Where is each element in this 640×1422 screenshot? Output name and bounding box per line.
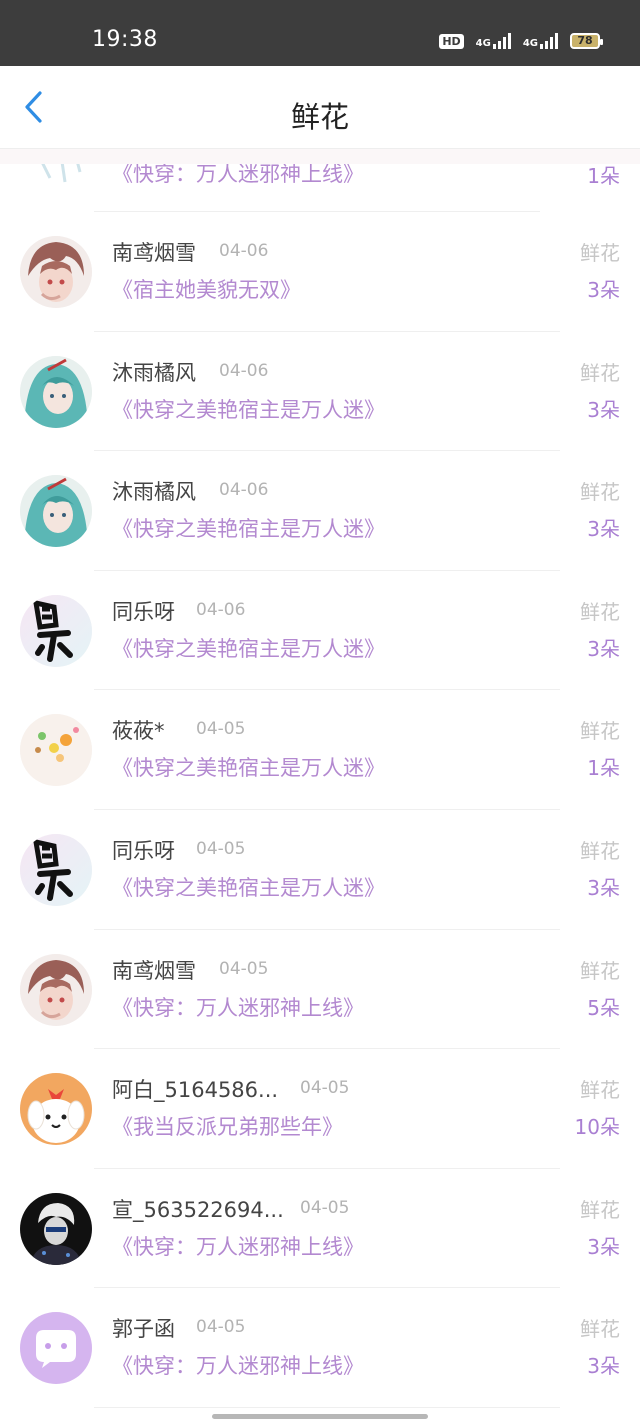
- list-item[interactable]: 郭子函 04-05 《快穿：万人迷邪神上线》 鲜花 3朵: [0, 1288, 640, 1408]
- signal-4g-icon: 4G: [476, 33, 511, 49]
- book-title[interactable]: 《我当反派兄弟那些年》: [112, 1111, 343, 1141]
- flower-list: 南鸢烟雪 04-06 《宿主她美貌无双》 鲜花 3朵 沐雨橘风 04-06 《快穿之美艳宿主是…: [0, 212, 640, 1408]
- gift-date: 04-05: [196, 838, 246, 859]
- user-name[interactable]: 南鸢烟雪: [112, 237, 196, 267]
- list-item[interactable]: 南鸢烟雪 04-05 《快穿：万人迷邪神上线》 鲜花 5朵: [0, 930, 640, 1050]
- user-name[interactable]: 沐雨橘风: [112, 357, 196, 387]
- status-time: 19:38: [92, 27, 158, 52]
- list-item[interactable]: 沐雨橘风 04-06 《快穿之美艳宿主是万人迷》 鲜花 3朵: [0, 332, 640, 452]
- gift-type: 鲜花: [580, 480, 620, 505]
- avatar[interactable]: [20, 1192, 92, 1265]
- battery-icon: 78: [570, 33, 603, 49]
- avatar[interactable]: [20, 594, 92, 667]
- gift-date: 04-06: [219, 360, 269, 381]
- flower-count: 3朵: [587, 517, 620, 542]
- gift-date: 04-05: [300, 1078, 350, 1099]
- gift-type: 鲜花: [580, 1197, 620, 1222]
- user-name[interactable]: 郭子函: [112, 1313, 175, 1343]
- list-item[interactable]: 莜莜* 04-05 《快穿之美艳宿主是万人迷》 鲜花 1朵: [0, 690, 640, 810]
- user-name[interactable]: 南鸢烟雪: [112, 955, 196, 985]
- avatar[interactable]: [20, 953, 92, 1026]
- user-name[interactable]: 沐雨橘风: [112, 476, 196, 506]
- header-divider: [0, 148, 640, 164]
- flower-count: 3朵: [587, 1234, 620, 1259]
- book-title[interactable]: 《快穿：万人迷邪神上线》: [112, 1350, 364, 1380]
- flower-count: 3朵: [587, 636, 620, 661]
- gift-type: 鲜花: [580, 1078, 620, 1103]
- gift-date: 04-05: [219, 958, 269, 979]
- gift-type: 鲜花: [580, 1317, 620, 1342]
- gift-type: 鲜花: [580, 360, 620, 385]
- flower-count: 3朵: [587, 397, 620, 422]
- avatar[interactable]: [20, 475, 92, 548]
- gift-date: 04-06: [219, 480, 269, 501]
- network-label-2: 4G: [522, 38, 538, 49]
- gift-type: 鲜花: [580, 719, 620, 744]
- list-item[interactable]: 宣_563522694... 04-05 《快穿：万人迷邪神上线》 鲜花 3朵: [0, 1169, 640, 1289]
- user-name[interactable]: 同乐呀: [112, 596, 175, 626]
- gift-date: 04-05: [196, 1317, 246, 1338]
- list-item[interactable]: 南鸢烟雪 04-06 《宿主她美貌无双》 鲜花 3朵: [0, 212, 640, 332]
- avatar[interactable]: [20, 236, 92, 308]
- avatar[interactable]: [20, 1073, 92, 1146]
- flower-count: 3朵: [587, 278, 620, 302]
- page-title: 鲜花: [290, 100, 349, 134]
- list-item[interactable]: 阿白_5164586... 04-05 《我当反派兄弟那些年》 鲜花 10朵: [0, 1049, 640, 1169]
- network-label: 4G: [475, 38, 491, 49]
- gift-type: 鲜花: [580, 241, 620, 265]
- book-title[interactable]: 《快穿之美艳宿主是万人迷》: [112, 513, 385, 543]
- row-divider: [94, 1406, 560, 1408]
- home-indicator[interactable]: [212, 1414, 428, 1419]
- gift-type: 鲜花: [580, 958, 620, 983]
- nav-header: 鲜花: [0, 66, 640, 149]
- book-title[interactable]: 《快穿之美艳宿主是万人迷》: [112, 633, 385, 663]
- book-title[interactable]: 《宿主她美貌无双》: [112, 274, 301, 304]
- gift-type: 鲜花: [580, 599, 620, 624]
- flower-count: 3朵: [587, 1354, 620, 1379]
- flower-count: 1朵: [587, 164, 620, 188]
- gift-date: 04-06: [196, 599, 246, 620]
- gift-date: 04-05: [300, 1197, 350, 1218]
- gift-date: 04-06: [219, 241, 269, 261]
- book-title[interactable]: 《快穿：万人迷邪神上线》: [112, 1231, 364, 1261]
- avatar[interactable]: [20, 714, 92, 787]
- flower-count: 3朵: [587, 875, 620, 900]
- book-title[interactable]: 《快穿之美艳宿主是万人迷》: [112, 872, 385, 902]
- signal-4g-icon-2: 4G: [523, 33, 558, 49]
- list-item[interactable]: 沐雨橘风 04-06 《快穿之美艳宿主是万人迷》 鲜花 3朵: [0, 451, 640, 571]
- book-title[interactable]: 《快穿之美艳宿主是万人迷》: [112, 394, 385, 424]
- user-name[interactable]: 同乐呀: [112, 835, 175, 865]
- book-title[interactable]: 《快穿之美艳宿主是万人迷》: [112, 752, 385, 782]
- avatar[interactable]: [20, 355, 92, 428]
- list-item[interactable]: 同乐呀 04-05 《快穿之美艳宿主是万人迷》 鲜花 3朵: [0, 810, 640, 930]
- status-icons: HD 4G 4G 78: [439, 30, 603, 52]
- flower-count: 1朵: [587, 756, 620, 781]
- flower-count: 10朵: [574, 1115, 620, 1140]
- status-bar: 19:38 HD 4G 4G 78: [0, 0, 640, 66]
- list-item[interactable]: 同乐呀 04-06 《快穿之美艳宿主是万人迷》 鲜花 3朵: [0, 571, 640, 691]
- battery-level: 78: [577, 34, 593, 47]
- user-name[interactable]: 莜莜*: [112, 715, 165, 745]
- user-name[interactable]: 阿白_5164586...: [112, 1074, 278, 1104]
- book-title[interactable]: 《快穿：万人迷邪神上线》: [112, 992, 364, 1022]
- gift-type: 鲜花: [580, 838, 620, 863]
- user-name[interactable]: 宣_563522694...: [112, 1194, 284, 1224]
- gift-date: 04-05: [196, 719, 246, 740]
- flower-count: 5朵: [587, 995, 620, 1020]
- hd-icon: HD: [439, 33, 464, 49]
- avatar[interactable]: [20, 1312, 92, 1385]
- avatar[interactable]: [20, 833, 92, 906]
